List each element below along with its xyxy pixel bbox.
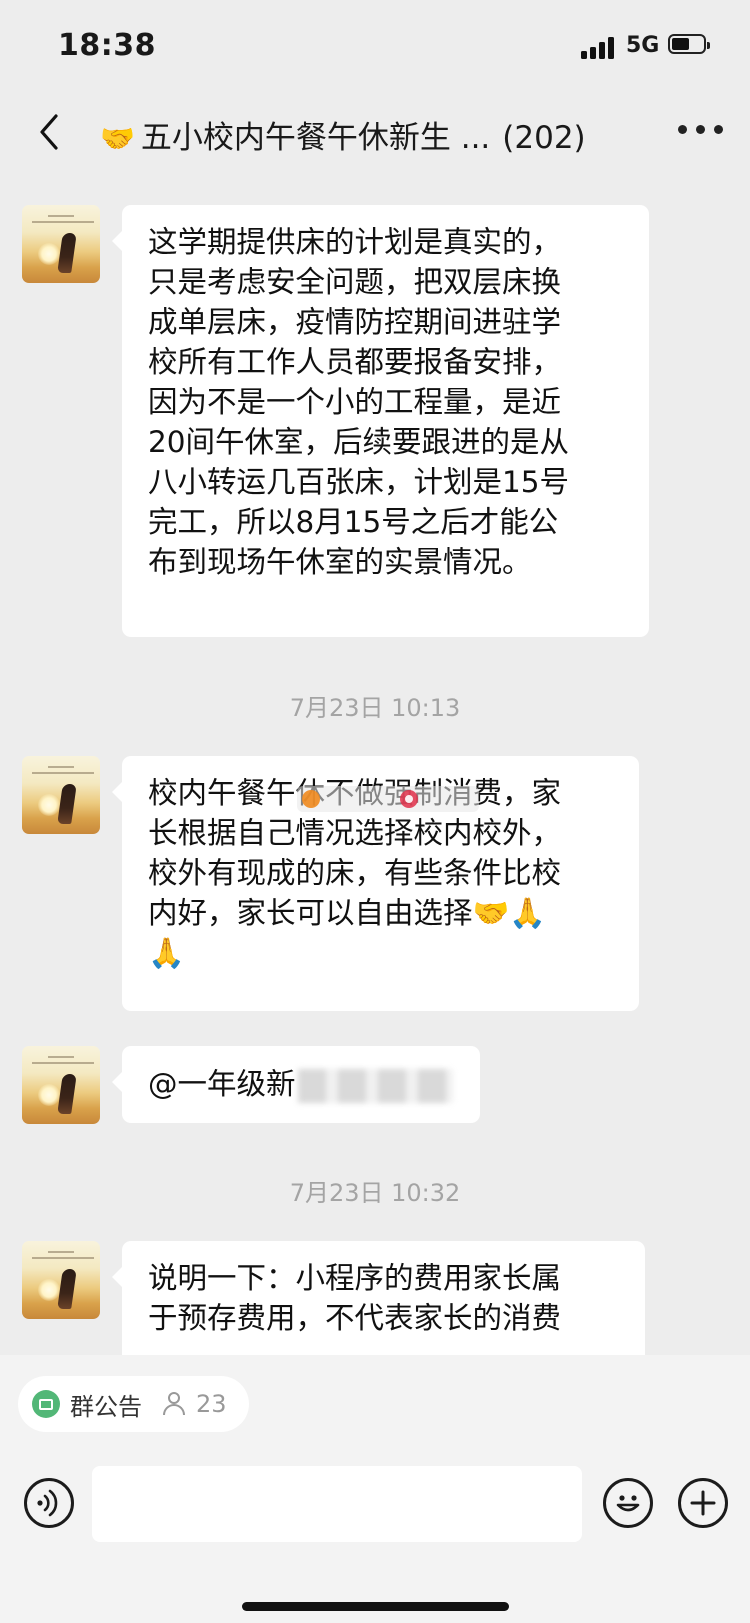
message-line: 校所有工作人员都要报备安排， [148, 345, 562, 379]
voice-button[interactable] [24, 1478, 74, 1528]
message-timestamp: 7月23日 10:13 [289, 694, 461, 722]
message-line: 布到现场午休室的实景情况。 [148, 545, 532, 579]
message-line: 说明一下：小程序的费用家长属 [148, 1261, 562, 1295]
plus-icon [690, 1490, 716, 1516]
battery-icon [668, 34, 710, 54]
message-line: 八小转运几百张床，计划是15号 [148, 465, 570, 499]
message-line: 于预存费用，不代表家长的消费 [148, 1301, 562, 1335]
message-line: 只是考虑安全问题，把双层床换 [148, 265, 562, 299]
mention-text: @一年级新 [148, 1067, 296, 1101]
handshake-emoji-icon: 🤝 [100, 122, 135, 155]
signal-icon [581, 37, 617, 59]
message-input[interactable] [92, 1466, 582, 1542]
plus-button[interactable] [678, 1478, 728, 1528]
avatar[interactable] [22, 756, 100, 834]
network-type: 5G [626, 33, 660, 58]
back-button[interactable] [30, 112, 70, 152]
chat-title: 🤝 五小校内午餐午休新生 ... (202) [100, 112, 640, 157]
voice-icon [37, 1489, 58, 1517]
status-time: 18:38 [58, 28, 156, 63]
avatar[interactable] [22, 1046, 100, 1124]
person-icon [162, 1391, 186, 1417]
emoji-icon [616, 1495, 640, 1512]
home-indicator[interactable] [242, 1602, 509, 1611]
message-bubble[interactable]: @一年级新 [112, 1046, 480, 1123]
message-line: 20间午休室，后续要跟进的是从 [148, 425, 570, 459]
message-line: 校外有现成的床，有些条件比校 [148, 856, 562, 890]
message-bubble[interactable]: 这学期提供床的计划是真实的， 只是考虑安全问题，把双层床换 成单层床，疫情防控期… [112, 205, 649, 637]
group-notice-label: 群公告 [70, 1392, 142, 1421]
avatar[interactable] [22, 1241, 100, 1319]
notice-icon [32, 1390, 60, 1418]
message-timestamp: 7月23日 10:32 [289, 1179, 461, 1207]
emoji-button[interactable] [603, 1478, 653, 1528]
blurred-name [297, 1068, 453, 1103]
message-line: 这学期提供床的计划是真实的， [148, 225, 562, 259]
message-line: 成单层床，疫情防控期间进驻学 [148, 305, 562, 339]
watermark [297, 784, 479, 814]
message-line: 完工，所以8月15号之后才能公 [148, 505, 559, 539]
message-line: 内好，家长可以自由选择🤝🙏 [148, 896, 546, 930]
chat-title-text: 五小校内午餐午休新生 ... [140, 120, 491, 156]
chat-member-count: (202) [502, 120, 586, 156]
message-line: 长根据自己情况选择校内校外， [148, 816, 562, 850]
avatar[interactable] [22, 205, 100, 283]
group-notice-button[interactable]: 群公告 23 [18, 1376, 249, 1432]
notice-member-count: 23 [196, 1390, 227, 1418]
message-line: 🙏 [148, 936, 185, 970]
message-line: 因为不是一个小的工程量，是近 [148, 385, 562, 419]
more-options-button[interactable] [676, 120, 726, 140]
chevron-left-icon [40, 114, 58, 150]
